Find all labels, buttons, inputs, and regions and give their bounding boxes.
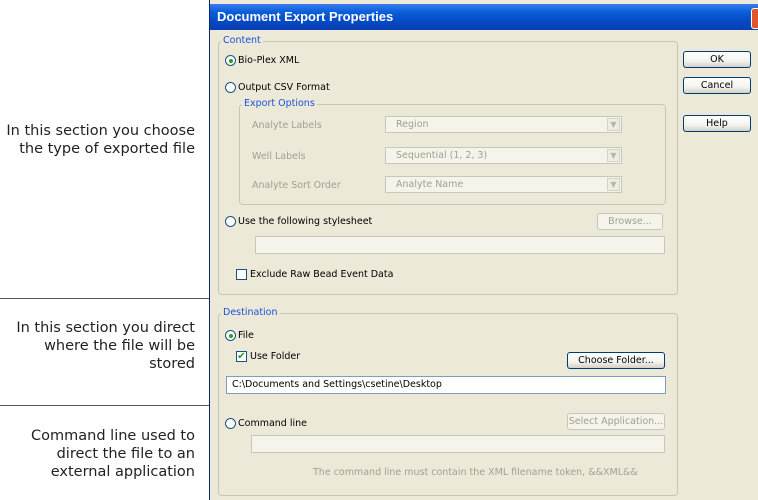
annotation-content: In this section you choose the type of e… [6,123,195,157]
destination-legend: Destination [221,307,280,318]
chevron-down-icon[interactable]: ▼ [607,118,620,131]
title-bar: Document Export Properties ✕ [210,4,758,30]
export-options-legend: Export Options [242,98,317,109]
command-line-field[interactable] [251,435,665,453]
browse-button[interactable]: Browse... [597,213,663,230]
command-line-label[interactable]: Command line [238,418,307,429]
destination-path-field[interactable]: C:\Documents and Settings\csetine\Deskto… [226,376,666,394]
annotation-command-line: Command line used to direct the file to … [31,428,195,480]
exclude-raw-label[interactable]: Exclude Raw Bead Event Data [250,269,393,280]
close-button[interactable]: ✕ [751,8,758,29]
well-labels-select[interactable]: Sequential (1, 2, 3) ▼ [385,147,622,164]
chevron-down-icon[interactable]: ▼ [607,149,620,162]
stylesheet-label[interactable]: Use the following stylesheet [238,216,372,227]
csv-format-label[interactable]: Output CSV Format [238,82,330,93]
csv-format-radio[interactable] [225,82,236,93]
command-hint: The command line must contain the XML fi… [313,467,638,478]
choose-folder-button[interactable]: Choose Folder... [567,352,665,369]
sort-order-label: Analyte Sort Order [252,180,341,191]
well-labels-label: Well Labels [252,151,306,162]
analyte-labels-select[interactable]: Region ▼ [385,116,622,133]
file-label[interactable]: File [238,330,254,341]
bioplex-xml-label[interactable]: Bio-Plex XML [238,55,299,66]
checkmark-icon: ✔ [237,351,246,362]
use-folder-label[interactable]: Use Folder [250,351,300,362]
cancel-button[interactable]: Cancel [683,77,751,94]
chevron-down-icon[interactable]: ▼ [607,178,620,191]
use-folder-checkbox[interactable]: ✔ [236,351,247,362]
command-line-radio[interactable] [225,418,236,429]
well-labels-value: Sequential (1, 2, 3) [396,150,488,161]
select-application-button[interactable]: Select Application... [567,413,665,430]
dialog-title: Document Export Properties [217,9,394,24]
stylesheet-radio[interactable] [225,216,236,227]
analyte-labels-value: Region [396,119,429,130]
leader-line-destination [0,405,210,406]
sort-order-value: Analyte Name [396,179,464,190]
leader-line-content [0,298,210,299]
exclude-raw-checkbox[interactable] [236,269,247,280]
file-radio[interactable] [225,330,236,341]
stylesheet-path-field[interactable] [255,236,665,254]
bioplex-xml-radio[interactable] [225,55,236,66]
analyte-labels-label: Analyte Labels [252,120,322,131]
content-legend: Content [221,35,263,46]
export-dialog: Document Export Properties ✕ OK Cancel H… [209,0,758,500]
sort-order-select[interactable]: Analyte Name ▼ [385,176,622,193]
help-button[interactable]: Help [683,115,751,132]
ok-button[interactable]: OK [683,51,751,68]
annotation-destination: In this section you direct where the fil… [16,320,195,372]
